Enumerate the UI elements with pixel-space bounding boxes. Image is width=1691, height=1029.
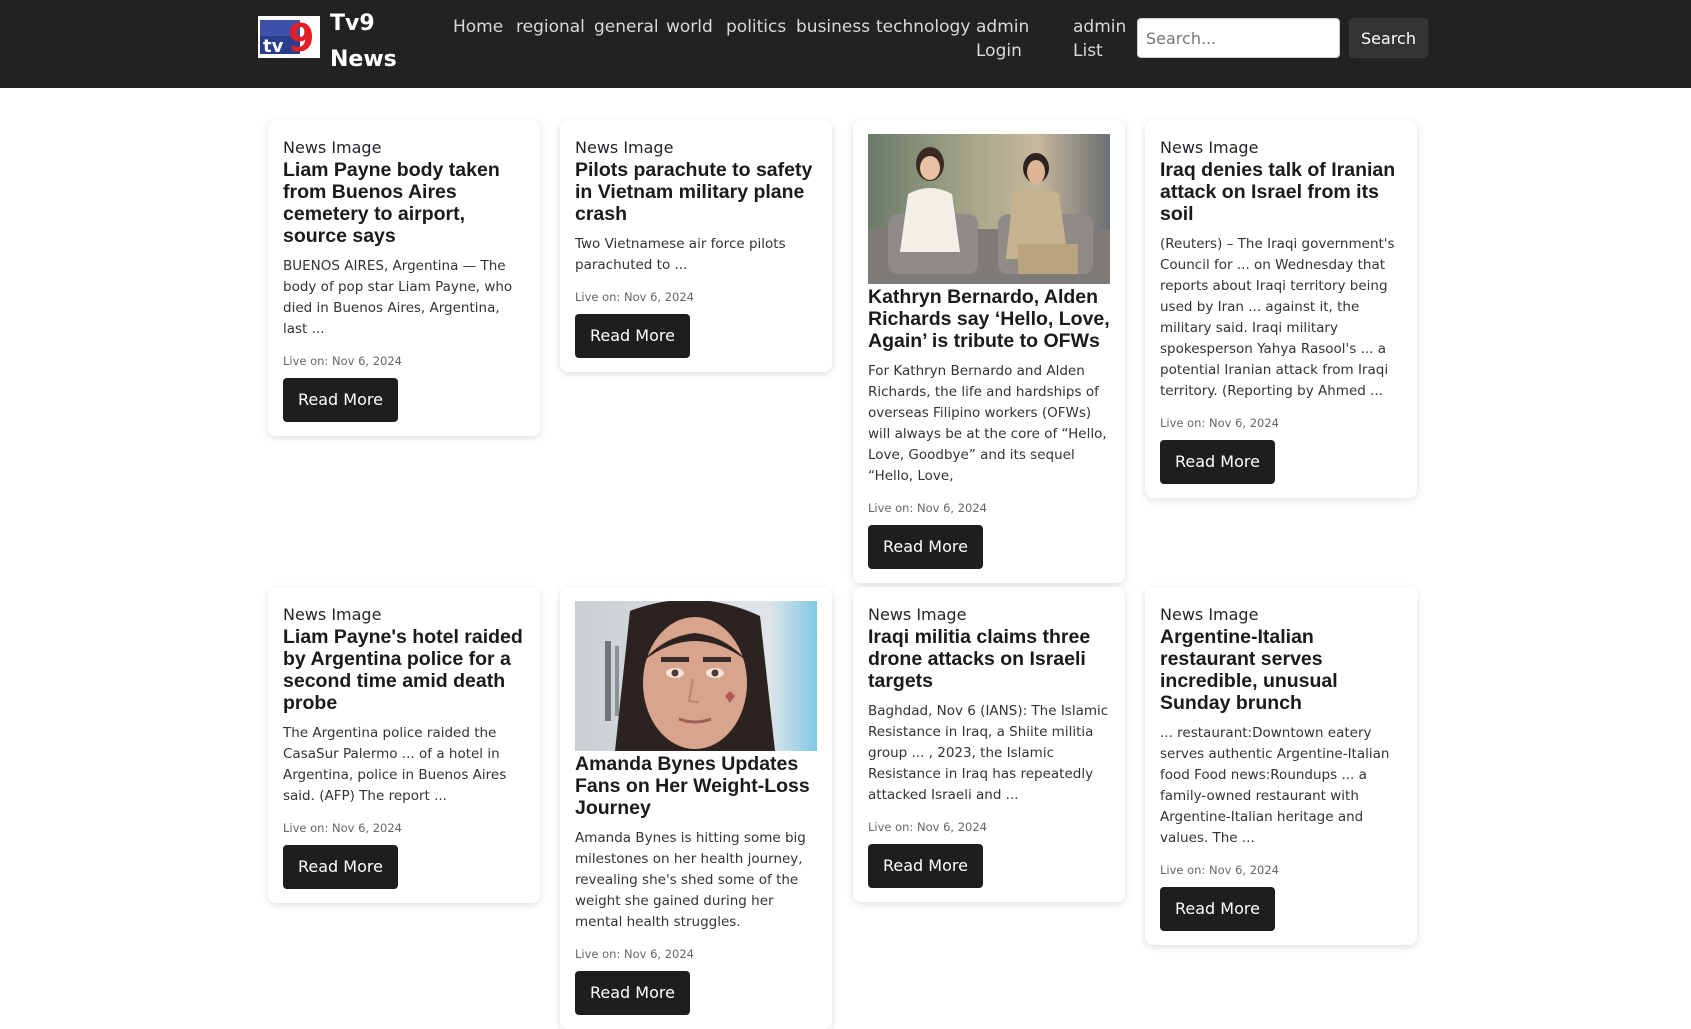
news-date: Live on: Nov 6, 2024 bbox=[1160, 416, 1279, 430]
news-title: Iraq denies talk of Iranian attack on Is… bbox=[1160, 159, 1396, 225]
news-date: Live on: Nov 6, 2024 bbox=[283, 821, 402, 835]
news-card: News Image Liam Payne body taken from Bu… bbox=[268, 120, 540, 436]
news-summary: Two Vietnamese air force pilots parachut… bbox=[575, 236, 786, 273]
read-more-button[interactable]: Read More bbox=[868, 844, 983, 888]
news-title: Amanda Bynes Updates Fans on Her Weight-… bbox=[575, 753, 810, 819]
news-date: Live on: Nov 6, 2024 bbox=[575, 947, 694, 961]
nav-admin-list[interactable]: admin List bbox=[1073, 15, 1143, 63]
read-more-button[interactable]: Read More bbox=[283, 845, 398, 889]
news-card: News Image Argentine-Italian restaurant … bbox=[1145, 587, 1417, 945]
read-more-button[interactable]: Read More bbox=[1160, 887, 1275, 931]
nav-world[interactable]: world bbox=[666, 15, 713, 39]
read-more-button[interactable]: Read More bbox=[283, 378, 398, 422]
news-image-placeholder: News Image bbox=[283, 138, 382, 157]
news-image-placeholder: News Image bbox=[1160, 605, 1259, 624]
top-navbar: tv 9 Tv9 News Home regional general worl… bbox=[0, 0, 1691, 88]
news-image-placeholder: News Image bbox=[1160, 138, 1259, 157]
news-card: News Image Liam Payne's hotel raided by … bbox=[268, 587, 540, 903]
news-photo[interactable] bbox=[575, 601, 817, 751]
news-card: News Image Iraqi militia claims three dr… bbox=[853, 587, 1125, 902]
news-summary: The Argentina police raided the CasaSur … bbox=[283, 725, 507, 804]
nav-regional[interactable]: regional bbox=[516, 15, 585, 39]
news-card: Amanda Bynes Updates Fans on Her Weight-… bbox=[560, 587, 832, 1029]
news-card: News Image Pilots parachute to safety in… bbox=[560, 120, 832, 372]
news-title: Kathryn Bernardo, Alden Richards say ‘He… bbox=[868, 286, 1110, 352]
news-date: Live on: Nov 6, 2024 bbox=[868, 820, 987, 834]
news-summary: (Reuters) – The Iraqi government's Counc… bbox=[1160, 236, 1395, 399]
nav-politics[interactable]: politics bbox=[726, 15, 786, 39]
news-summary: Baghdad, Nov 6 (IANS): The Islamic Resis… bbox=[868, 703, 1109, 803]
news-date: Live on: Nov 6, 2024 bbox=[868, 501, 987, 515]
nav-home[interactable]: Home bbox=[453, 15, 503, 39]
news-date: Live on: Nov 6, 2024 bbox=[575, 290, 694, 304]
news-summary: BUENOS AIRES, Argentina — The body of po… bbox=[283, 258, 513, 337]
news-image-placeholder: News Image bbox=[575, 138, 674, 157]
news-title: Argentine-Italian restaurant serves incr… bbox=[1160, 626, 1338, 714]
news-card: News Image Iraq denies talk of Iranian a… bbox=[1145, 120, 1417, 498]
news-card: Kathryn Bernardo, Alden Richards say ‘He… bbox=[853, 120, 1125, 583]
news-summary: ... restaurant:Downtown eatery serves au… bbox=[1160, 725, 1390, 846]
news-summary: Amanda Bynes is hitting some big milesto… bbox=[575, 830, 806, 930]
nav-general[interactable]: general bbox=[594, 15, 659, 39]
tv9-logo-icon[interactable]: tv 9 bbox=[258, 16, 320, 58]
search-input[interactable] bbox=[1137, 18, 1340, 58]
news-image-placeholder: News Image bbox=[868, 605, 967, 624]
nav-business[interactable]: business bbox=[796, 15, 870, 39]
news-title: Pilots parachute to safety in Vietnam mi… bbox=[575, 159, 813, 225]
news-title: Liam Payne's hotel raided by Argentina p… bbox=[283, 626, 523, 714]
news-image-placeholder: News Image bbox=[283, 605, 382, 624]
read-more-button[interactable]: Read More bbox=[575, 314, 690, 358]
news-summary: For Kathryn Bernardo and Alden Richards,… bbox=[868, 363, 1107, 484]
brand-name[interactable]: Tv9 News bbox=[330, 6, 410, 78]
read-more-button[interactable]: Read More bbox=[868, 525, 983, 569]
news-title: Iraqi militia claims three drone attacks… bbox=[868, 626, 1091, 692]
news-title: Liam Payne body taken from Buenos Aires … bbox=[283, 159, 500, 247]
news-photo[interactable] bbox=[868, 134, 1110, 284]
read-more-button[interactable]: Read More bbox=[1160, 440, 1275, 484]
search-button[interactable]: Search bbox=[1349, 18, 1428, 58]
read-more-button[interactable]: Read More bbox=[575, 971, 690, 1015]
svg-text:9: 9 bbox=[288, 16, 314, 58]
news-date: Live on: Nov 6, 2024 bbox=[283, 354, 402, 368]
nav-technology[interactable]: technology bbox=[876, 15, 970, 39]
svg-text:tv: tv bbox=[263, 36, 284, 57]
nav-admin-login[interactable]: admin Login bbox=[976, 15, 1046, 63]
news-date: Live on: Nov 6, 2024 bbox=[1160, 863, 1279, 877]
